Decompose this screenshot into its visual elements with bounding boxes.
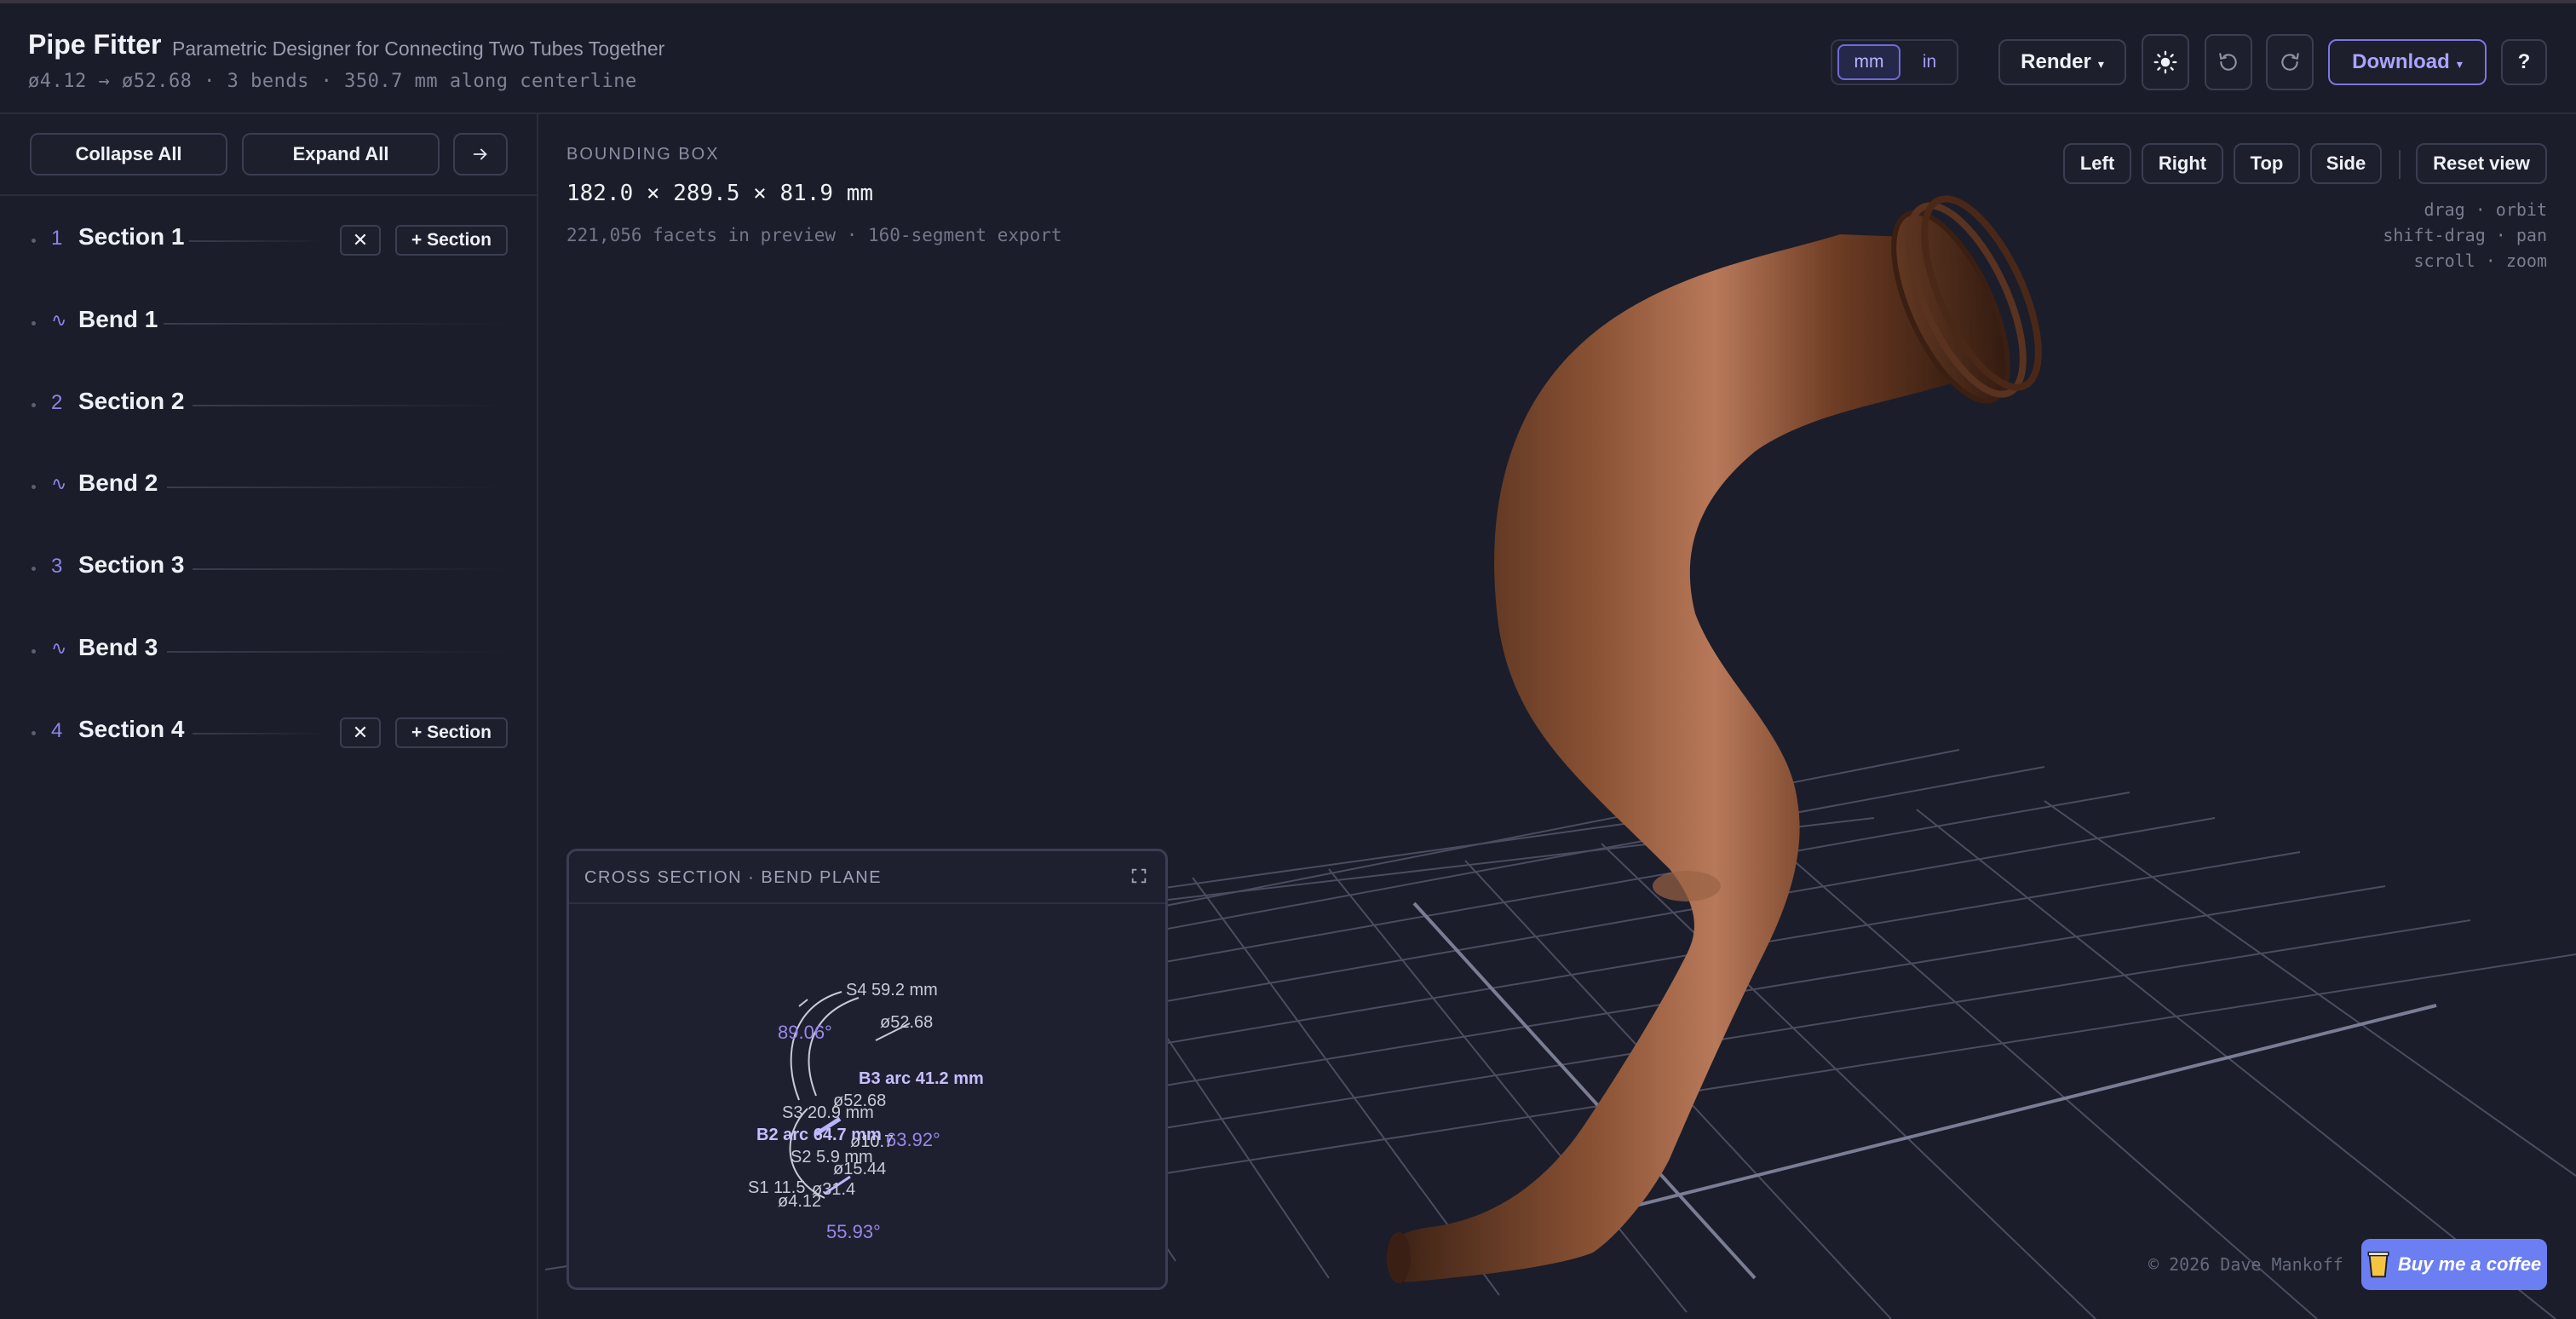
unit-toggle: mm in: [1831, 39, 1958, 85]
angle-1-label: 89.06°: [778, 1022, 832, 1043]
d4s-label: ø4.12: [778, 1192, 822, 1211]
undo-icon: [2219, 53, 2237, 71]
view-left-button[interactable]: Left: [2063, 143, 2131, 184]
sidebar-divider: [0, 194, 538, 196]
app-header: Pipe Fitter Parametric Designer for Conn…: [0, 0, 2576, 114]
sun-icon: [2153, 50, 2177, 74]
chevron-down-icon: ▾: [2456, 56, 2463, 71]
redo-button[interactable]: [2266, 34, 2314, 90]
app-subtitle: Parametric Designer for Connecting Two T…: [172, 37, 665, 60]
bend-icon: ∿: [51, 309, 67, 331]
render-button[interactable]: Render ▾: [1998, 39, 2126, 85]
tree-item-section-2[interactable]: 2 Section 2: [0, 379, 538, 430]
d4-label: ø52.68: [880, 1013, 934, 1032]
tree-item-label: Bend 2: [78, 469, 158, 496]
tree-item-label: Bend 3: [78, 634, 158, 660]
divider-line: [167, 487, 508, 488]
render-label: Render: [2021, 50, 2091, 73]
section-index: 4: [51, 719, 63, 742]
expand-dot[interactable]: [32, 403, 36, 407]
divider-line: [193, 733, 325, 734]
remove-section-button[interactable]: ✕: [340, 717, 381, 748]
tree-item-bend-3[interactable]: ∿ Bend 3: [0, 625, 538, 677]
expand-dot[interactable]: [32, 485, 36, 489]
hint-orbit: drag · orbit: [2424, 199, 2548, 220]
divider-line: [164, 323, 508, 325]
expand-dot[interactable]: [32, 731, 36, 735]
expand-dot[interactable]: [32, 649, 36, 654]
collapse-all-button[interactable]: Collapse All: [30, 133, 227, 176]
remove-section-button[interactable]: ✕: [340, 225, 381, 256]
download-button[interactable]: Download ▾: [2328, 39, 2487, 85]
toolbar-separator: [2399, 150, 2401, 179]
tree-item-bend-1[interactable]: ∿ Bend 1: [0, 297, 538, 348]
tree-item-label: Section 4: [78, 716, 185, 742]
tree-item-label: Section 2: [78, 388, 185, 414]
s4-label: S4 59.2 mm: [846, 981, 938, 999]
tree-item-label: Section 3: [78, 551, 185, 578]
arrow-right-icon: [473, 148, 487, 160]
add-section-button[interactable]: + Section: [395, 717, 508, 748]
section-index: 3: [51, 555, 63, 578]
redo-icon: [2281, 53, 2299, 71]
footer-credit: © 2026 Dave Mankoff: [2148, 1254, 2343, 1275]
expand-dot[interactable]: [32, 567, 36, 571]
bend-icon: ∿: [51, 473, 67, 494]
divider-line: [167, 651, 508, 653]
undo-button[interactable]: [2205, 34, 2252, 90]
help-button[interactable]: ?: [2501, 39, 2547, 85]
pipe-model[interactable]: [1386, 183, 2061, 1283]
theme-toggle-button[interactable]: [2142, 34, 2189, 90]
facet-count: 221,056 facets in preview · 160-segment …: [566, 225, 1062, 245]
expand-dot[interactable]: [32, 239, 36, 243]
cross-section-panel: CROSS SECTION · BEND PLANE S4 59.2 mm ø5…: [566, 849, 1168, 1290]
reset-view-button[interactable]: Reset view: [2416, 143, 2547, 184]
buy-me-a-coffee-button[interactable]: Buy me a coffee: [2361, 1239, 2547, 1290]
bend-icon: ∿: [51, 637, 67, 659]
add-section-button[interactable]: + Section: [395, 225, 508, 256]
divider-line: [189, 240, 325, 242]
b3-label: B3 arc 41.2 mm: [859, 1069, 984, 1088]
tree-item-label: Bend 1: [78, 306, 158, 332]
angle-3-label: 55.93°: [826, 1221, 881, 1242]
unit-mm-button[interactable]: mm: [1837, 44, 1900, 80]
expand-all-button[interactable]: Expand All: [242, 133, 440, 176]
cross-section-title: CROSS SECTION · BEND PLANE: [584, 868, 883, 887]
view-side-button[interactable]: Side: [2310, 143, 2382, 184]
coffee-cup-icon: [2367, 1251, 2389, 1278]
tree-item-bend-2[interactable]: ∿ Bend 2: [0, 461, 538, 512]
tree-item-section-3[interactable]: 3 Section 3: [0, 543, 538, 594]
app-title: Pipe Fitter: [28, 29, 162, 60]
hint-zoom: scroll · zoom: [2413, 251, 2547, 271]
tree-item-section-4[interactable]: 4 Section 4 ✕ + Section: [0, 707, 538, 758]
collapse-sidebar-button[interactable]: [453, 133, 508, 176]
view-right-button[interactable]: Right: [2142, 143, 2223, 184]
cross-section-header: CROSS SECTION · BEND PLANE: [569, 851, 1165, 904]
divider-line: [193, 568, 508, 570]
tree-item-label: Section 1: [78, 223, 185, 250]
chevron-down-icon: ▾: [2097, 56, 2104, 71]
view-top-button[interactable]: Top: [2234, 143, 2300, 184]
download-label: Download: [2352, 50, 2450, 73]
angle-2-label: 63.92°: [886, 1129, 940, 1150]
unit-in-button[interactable]: in: [1906, 44, 1953, 80]
design-summary: ø4.12 → ø52.68 · 3 bends · 350.7 mm alon…: [28, 71, 637, 92]
section-index: 1: [51, 227, 63, 250]
expand-dot[interactable]: [32, 321, 36, 325]
tree-item-section-1[interactable]: 1 Section 1 ✕ + Section: [0, 215, 538, 266]
bounding-box-label: BOUNDING BOX: [566, 145, 720, 164]
sidebar: Collapse All Expand All 1 Section 1 ✕ + …: [0, 114, 538, 1319]
d15-label: ø15.44: [833, 1160, 887, 1178]
divider-line: [193, 405, 508, 406]
s3-label: S3 20.9 mm: [782, 1103, 874, 1122]
bounding-box-value: 182.0 × 289.5 × 81.9 mm: [566, 181, 874, 206]
section-index: 2: [51, 391, 63, 414]
expand-icon[interactable]: [1130, 867, 1150, 887]
coffee-label: Buy me a coffee: [2397, 1253, 2542, 1275]
hint-pan: shift-drag · pan: [2383, 225, 2547, 245]
